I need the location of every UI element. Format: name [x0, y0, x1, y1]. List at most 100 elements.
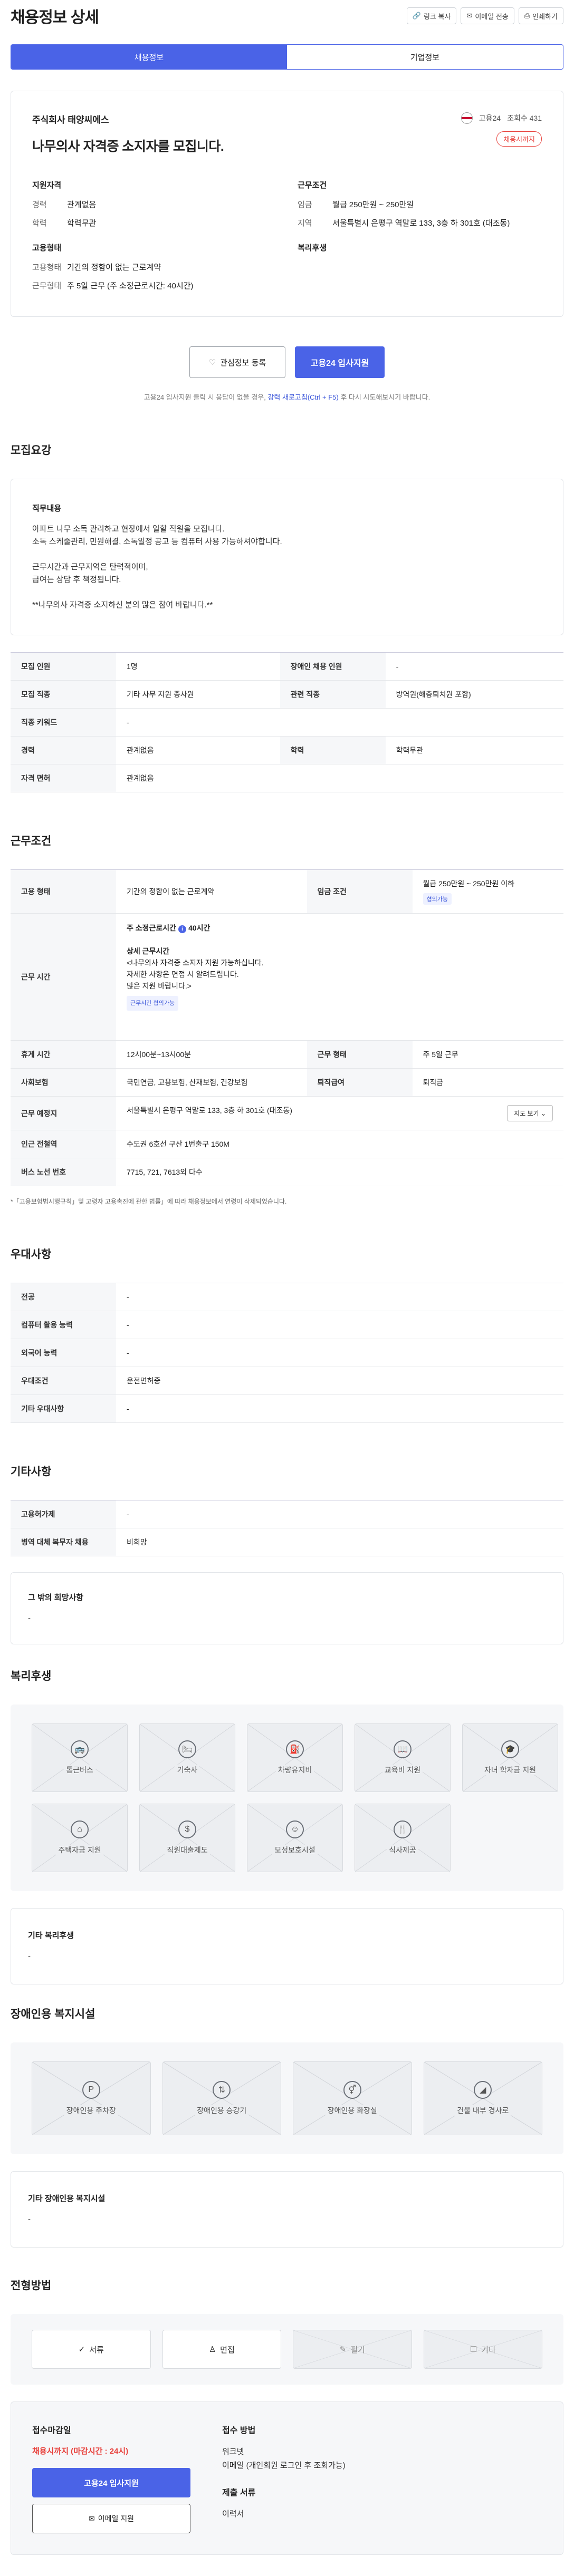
tile-label: 장애인용 주차장	[64, 2105, 118, 2116]
map-view-button[interactable]: 지도 보기 ⌄	[507, 1105, 553, 1121]
preference-table: 전공 - 컴퓨터 활용 능력 - 외국어 능력 - 우대조건 운전면허증 기타 우대사항…	[11, 1283, 563, 1423]
tile-label: 모성보호시설	[272, 1845, 318, 1855]
section-title-etc: 기타사항	[11, 1466, 52, 1478]
email-apply-button[interactable]: ✉ 이메일 지원	[32, 2504, 190, 2533]
time-negotiable-tag: 근무시간 협의가능	[127, 996, 179, 1011]
tab-job-info[interactable]: 채용정보	[11, 45, 287, 69]
tile-label: 교육비 지원	[382, 1765, 423, 1775]
job-summary-card: 주식회사 태양씨에스 나무의사 자격증 소지자를 모집니다. 고용24 조회수 …	[11, 91, 563, 317]
job-line: 근무시간과 근무지역은 탄력적이며,	[32, 563, 148, 572]
elevator-icon: ⇅	[213, 2081, 231, 2099]
table-row: 경력 관계없음 학력 학력무관	[11, 736, 563, 764]
table-row: 컴퓨터 활용 능력 -	[11, 1311, 563, 1339]
company-name: 주식회사 태양씨에스	[32, 115, 109, 125]
employment-block: 고용형태 고용형태 기간의 정함이 없는 근로계약 근무형태 주 5일 근무 (주 …	[32, 244, 194, 290]
table-row: 기타 우대사항 -	[11, 1394, 563, 1423]
section-title-disability: 장애인용 복지시설	[11, 2008, 95, 2020]
table-row: 인근 전철역 수도권 6호선 구산 1번출구 150M	[11, 1130, 563, 1158]
page-title: 채용정보 상세	[11, 9, 99, 26]
method-label: 필기	[350, 2345, 365, 2355]
method-person: ♙ 면접	[162, 2330, 281, 2369]
link-copy-button[interactable]: 🔗 링크 복사	[406, 7, 457, 24]
section-title-conditions: 근무조건	[11, 835, 52, 847]
header-actions: 🔗 링크 복사 ✉ 이메일 전송 ⎙ 인쇄하기	[406, 7, 563, 24]
table-row: 고용허가제 -	[11, 1500, 563, 1528]
condition-block: 근무조건 임금 월급 250만원 ~ 250만원 지역 서울특별시 은평구 역말로 …	[298, 181, 510, 228]
job-line: **나무의사 자격증 소지하신 분의 많은 참여 바랍니다.**	[32, 601, 213, 609]
person-icon: ♙	[208, 2345, 216, 2354]
chevron-down-icon: ⌄	[540, 1110, 546, 1117]
deadline-badge: 채용시까지	[496, 131, 542, 147]
tile-bed: 🛏 기숙사	[139, 1723, 235, 1792]
tile-label: 직원대출제도	[165, 1845, 210, 1855]
tile-elevator: ⇅ 장애인용 승강기	[162, 2061, 281, 2135]
main-actions: ♡ 관심정보 등록 고용24 입사지원	[11, 346, 563, 378]
tile-label: 자녀 학자금 지원	[482, 1765, 538, 1775]
interest-button[interactable]: ♡ 관심정보 등록	[189, 346, 285, 378]
chat-icon: ☐	[470, 2345, 477, 2354]
heart-icon: ♡	[208, 358, 216, 367]
mail-icon: ✉	[88, 2514, 95, 2523]
welfare-grid: 🚌 통근버스 🛏 기숙사 ⛽ 차량유지비 📖 교육비 지원 🎓 자녀 학자금 지원 ⌂ 주택자금 지원…	[11, 1705, 563, 1891]
document-check-icon: ✓	[78, 2345, 85, 2354]
mail-icon: ✉	[466, 12, 473, 20]
info-icon[interactable]: i	[178, 925, 187, 933]
table-row: 병역 대체 복무자 채용 비희망	[11, 1528, 563, 1556]
disability-grid: P 장애인용 주차장 ⇅ 장애인용 승강기 ⚥ 장애인용 화장실 ◢ 건물 내부 경사로	[11, 2042, 563, 2154]
method-label: 면접	[220, 2345, 235, 2355]
tile-label: 통근버스	[64, 1765, 95, 1775]
fuel-icon: ⛽	[286, 1740, 304, 1758]
method-document-check: ✓ 서류	[32, 2330, 151, 2369]
tile-graduation: 🎓 자녀 학자금 지원	[462, 1723, 558, 1792]
welfare-block: 복리후생	[298, 244, 327, 253]
bus-icon: 🚌	[71, 1740, 89, 1758]
tile-label: 차량유지비	[275, 1765, 314, 1775]
qualification-block: 지원자격 경력 관계없음 학력 학력무관	[32, 181, 97, 228]
tile-label: 장애인용 화장실	[325, 2105, 379, 2116]
section-title-welfare: 복리후생	[11, 1670, 52, 1682]
section-title-method: 전형방법	[11, 2280, 52, 2292]
print-button[interactable]: ⎙ 인쇄하기	[518, 7, 563, 24]
bed-icon: 🛏	[178, 1740, 196, 1758]
method-box: ✓ 서류 ♙ 면접 ✎ 필기 ☐ 기타	[11, 2314, 563, 2385]
tile-house: ⌂ 주택자금 지원	[32, 1804, 128, 1872]
parking-icon: P	[82, 2081, 100, 2099]
table-row: 휴게 시간 12시00분~13시00분 근무 형태 주 5일 근무	[11, 1040, 563, 1069]
negotiable-tag: 협의가능	[423, 893, 452, 905]
tile-baby: ☺ 모성보호시설	[247, 1804, 343, 1872]
worknet-label: 고용24	[479, 114, 501, 122]
other-welfare-box: 기타 복리후생 -	[11, 1908, 563, 1984]
tile-restroom: ⚥ 장애인용 화장실	[293, 2061, 412, 2135]
table-row: 근무 예정지 서울특별시 은평구 역말로 133, 3층 하 301호 (대조동)…	[11, 1096, 563, 1130]
table-row: 사회보험 국민연금, 고용보험, 산재보험, 건강보험 퇴직급여 퇴직금	[11, 1068, 563, 1097]
section-title-recruit: 모집요강	[11, 444, 52, 457]
etc-table: 고용허가제 - 병역 대체 복무자 채용 비희망	[11, 1500, 563, 1556]
restroom-icon: ⚥	[343, 2081, 361, 2099]
age-footnote: *「고용보험법시행규칙」및 고령자 고용촉진에 관한 법률」에 따라 채용정보에…	[11, 1198, 287, 1205]
apply-notice: 고용24 입사지원 클릭 시 응답이 없을 경우, 강력 새로고침(Ctrl +…	[144, 393, 430, 401]
method-label: 기타	[481, 2345, 496, 2355]
table-row: 버스 노선 번호 7715, 721, 7613외 다수	[11, 1158, 563, 1186]
view-count: 조회수 431	[507, 114, 542, 122]
apply-box: 접수마감일 채용시까지 (마감시간 : 24시) 고용24 입사지원 ✉ 이메일 …	[11, 2401, 563, 2555]
apply-bottom-button[interactable]: 고용24 입사지원	[32, 2468, 190, 2497]
table-row: 전공 -	[11, 1283, 563, 1311]
house-icon: ⌂	[71, 1820, 89, 1838]
table-row: 외국어 능력 -	[11, 1339, 563, 1367]
job-title: 나무의사 자격증 소지자를 모집니다.	[32, 139, 224, 154]
tab-company-info[interactable]: 기업정보	[287, 45, 563, 69]
tile-label: 기숙사	[175, 1765, 200, 1775]
tile-meal: 🍴 식사제공	[355, 1804, 451, 1872]
money-bag-icon: $	[178, 1820, 196, 1838]
tile-money-bag: $ 직원대출제도	[139, 1804, 235, 1872]
tile-ramp: ◢ 건물 내부 경사로	[423, 2061, 542, 2135]
job-description-box: 직무내용 아파트 나무 소독 관리하고 현장에서 일할 직원을 모집니다. 소독…	[11, 479, 563, 635]
graduation-icon: 🎓	[501, 1740, 519, 1758]
recruit-table: 모집 인원 1명 장애인 채용 인원 - 모집 직종 기타 사무 지원 종사원 관련 직종…	[11, 652, 563, 792]
method-label: 서류	[89, 2345, 104, 2355]
apply-button[interactable]: 고용24 입사지원	[295, 346, 385, 378]
tile-parking: P 장애인용 주차장	[32, 2061, 151, 2135]
job-line: 소독 스케줄관리, 민원해결, 소독일정 공고 등 컴퓨터 사용 가능하셔야합니…	[32, 537, 282, 546]
other-disability-box: 기타 장애인용 복지시설 -	[11, 2171, 563, 2248]
email-send-button[interactable]: ✉ 이메일 전송	[461, 7, 514, 24]
